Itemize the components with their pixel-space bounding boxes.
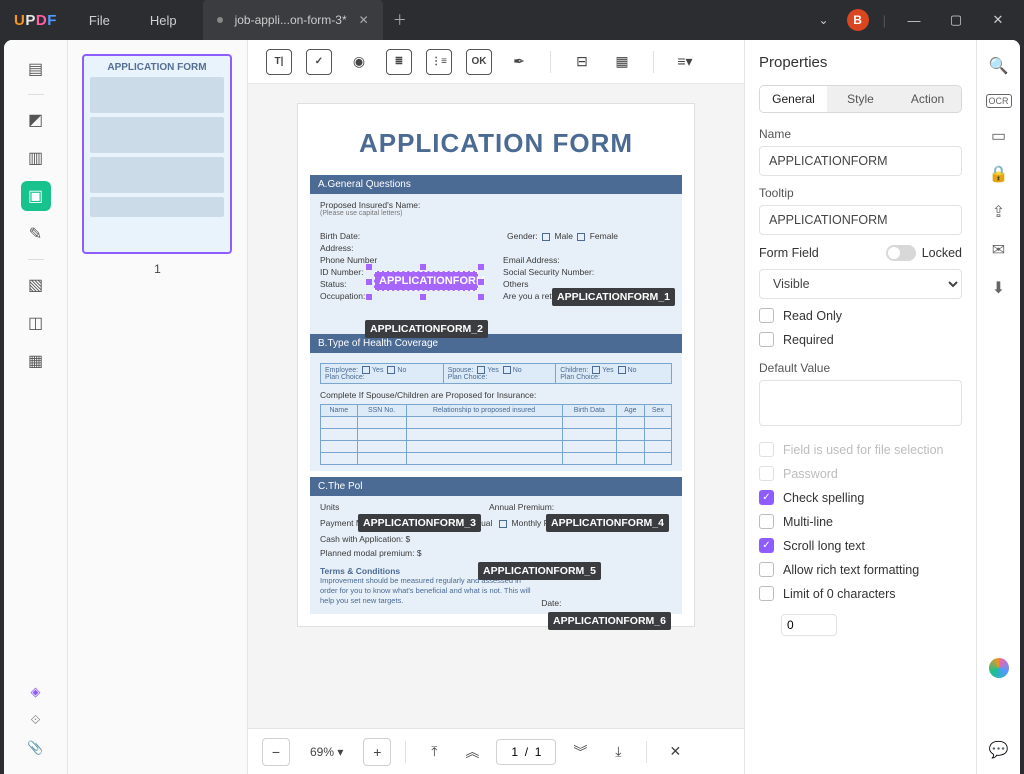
- label-formfield: Form Field: [759, 246, 819, 260]
- form-field-marker[interactable]: APPLICATIONFORM_1: [552, 288, 675, 306]
- field-tooltip-input[interactable]: [759, 205, 962, 235]
- bookmark-icon[interactable]: ⟐: [30, 712, 40, 728]
- text-field-tool-icon[interactable]: T|: [266, 49, 292, 75]
- chat-icon[interactable]: 💬: [989, 740, 1009, 760]
- new-tab-icon[interactable]: ＋: [393, 10, 407, 30]
- window-maximize-icon[interactable]: ▢: [942, 12, 970, 28]
- close-footer-icon[interactable]: ✕: [661, 738, 689, 766]
- locked-toggle[interactable]: [886, 245, 916, 261]
- organize-icon[interactable]: ▦: [21, 346, 51, 376]
- brand-icon[interactable]: [989, 658, 1009, 678]
- tab-general[interactable]: General: [760, 86, 827, 112]
- properties-tabs: General Style Action: [759, 85, 962, 113]
- radio-tool-icon[interactable]: ◉: [346, 49, 372, 75]
- pages-icon[interactable]: ▧: [21, 270, 51, 300]
- spellcheck-checkbox[interactable]: ✓: [759, 490, 774, 505]
- section-c-header: C.The Pol: [310, 477, 682, 496]
- attachment-icon[interactable]: 📎: [27, 740, 43, 756]
- visibility-select[interactable]: Visible: [759, 269, 962, 299]
- thumbnail-page-number: 1: [82, 262, 233, 276]
- label-name: Name: [759, 127, 962, 141]
- form-field-marker[interactable]: APPLICATIONFORM_3: [358, 514, 481, 532]
- default-value-input[interactable]: [759, 380, 962, 426]
- left-tool-rail: ▤ ◩ ▥ ▣ ✎ ▧ ◫ ▦ ◈ ⟐ 📎: [4, 40, 68, 774]
- share-icon[interactable]: ⇪: [992, 202, 1005, 222]
- page-number-input[interactable]: [496, 739, 556, 765]
- checkbox-tool-icon[interactable]: ✓: [306, 49, 332, 75]
- button-tool-icon[interactable]: OK: [466, 49, 492, 75]
- multiline-checkbox[interactable]: [759, 514, 774, 529]
- fileselect-checkbox: [759, 442, 774, 457]
- user-avatar[interactable]: B: [847, 9, 869, 31]
- first-page-icon[interactable]: ⤒: [420, 738, 448, 766]
- more-tool-icon[interactable]: ≡▾: [672, 49, 698, 75]
- page-thumbnail[interactable]: APPLICATION FORM: [82, 54, 232, 254]
- bookmark-doc-icon[interactable]: ▭: [991, 126, 1006, 146]
- layers-icon[interactable]: ◈: [31, 684, 41, 700]
- richtext-checkbox[interactable]: [759, 562, 774, 577]
- panel-title: Properties: [759, 54, 962, 71]
- document-tab[interactable]: job-appli...on-form-3* ✕: [203, 0, 383, 40]
- label-default-value: Default Value: [759, 361, 962, 375]
- section-a-header: A.General Questions: [310, 175, 682, 194]
- listbox-tool-icon[interactable]: ≣: [386, 49, 412, 75]
- document-page[interactable]: APPLICATION FORM A.General Questions Pro…: [298, 104, 694, 626]
- form-field-toolbar: T| ✓ ◉ ≣ ⋮≡ OK ✒︎ ⊟ ▦ ≡▾: [248, 40, 744, 84]
- tab-overflow-icon[interactable]: ⌄: [815, 9, 833, 31]
- required-checkbox[interactable]: [759, 332, 774, 347]
- zoom-out-icon[interactable]: −: [262, 738, 290, 766]
- search-icon[interactable]: 🔍: [989, 56, 1009, 76]
- zoom-in-icon[interactable]: +: [363, 738, 391, 766]
- charlimit-input[interactable]: [781, 614, 837, 636]
- charlimit-checkbox[interactable]: [759, 586, 774, 601]
- zoom-level[interactable]: 69% ▾: [300, 742, 353, 762]
- tab-close-icon[interactable]: ✕: [359, 13, 369, 27]
- crop-icon[interactable]: ◫: [21, 308, 51, 338]
- reader-mode-icon[interactable]: ▤: [21, 54, 51, 84]
- form-editor-icon[interactable]: ▣: [21, 181, 51, 211]
- app-logo: UPDF: [0, 12, 71, 29]
- export-icon[interactable]: ⬇︎: [992, 278, 1005, 298]
- password-checkbox: [759, 466, 774, 481]
- dropdown-tool-icon[interactable]: ⋮≡: [426, 49, 452, 75]
- menu-help[interactable]: Help: [142, 9, 185, 32]
- scrolltext-checkbox[interactable]: ✓: [759, 538, 774, 553]
- title-bar: UPDF File Help job-appli...on-form-3* ✕ …: [0, 0, 1024, 40]
- field-name-input[interactable]: [759, 146, 962, 176]
- label-tooltip: Tooltip: [759, 186, 962, 200]
- properties-panel: Properties General Style Action Name Too…: [744, 40, 976, 774]
- tab-action[interactable]: Action: [894, 86, 961, 112]
- thumbnail-panel: APPLICATION FORM 1: [68, 40, 248, 774]
- form-field-marker[interactable]: APPLICATIONFORM_4: [546, 514, 669, 532]
- last-page-icon[interactable]: ⤓: [604, 738, 632, 766]
- form-field-marker[interactable]: APPLICATIONFORM_5: [478, 562, 601, 580]
- menu-file[interactable]: File: [81, 9, 118, 32]
- form-field-marker[interactable]: APPLICATIONFORM_2: [365, 320, 488, 338]
- mail-icon[interactable]: ✉: [992, 240, 1005, 260]
- note-icon[interactable]: ▥: [21, 143, 51, 173]
- tab-style[interactable]: Style: [827, 86, 894, 112]
- prev-page-icon[interactable]: ︽: [458, 738, 486, 766]
- signature-tool-icon[interactable]: ✒︎: [506, 49, 532, 75]
- right-tool-rail: 🔍 OCR ▭ 🔒 ⇪ ✉ ⬇︎ 💬: [976, 40, 1020, 774]
- next-page-icon[interactable]: ︾: [566, 738, 594, 766]
- selected-form-field[interactable]: APPLICATIONFORM: [374, 271, 478, 291]
- page-title: APPLICATION FORM: [298, 104, 694, 175]
- readonly-checkbox[interactable]: [759, 308, 774, 323]
- window-close-icon[interactable]: ✕: [984, 12, 1012, 28]
- form-field-marker[interactable]: APPLICATIONFORM_6: [548, 612, 671, 630]
- edit-text-icon[interactable]: ✎: [21, 219, 51, 249]
- grid-tool-icon[interactable]: ▦: [609, 49, 635, 75]
- tab-title: job-appli...on-form-3*: [235, 13, 347, 27]
- window-minimize-icon[interactable]: —: [900, 13, 928, 28]
- highlighter-icon[interactable]: ◩: [21, 105, 51, 135]
- ocr-icon[interactable]: OCR: [986, 94, 1012, 108]
- align-tool-icon[interactable]: ⊟: [569, 49, 595, 75]
- page-footer-toolbar: − 69% ▾ + ⤒ ︽ ︾ ⤓ ✕: [248, 728, 744, 774]
- tab-modified-dot: [217, 17, 223, 23]
- security-icon[interactable]: 🔒: [989, 164, 1009, 184]
